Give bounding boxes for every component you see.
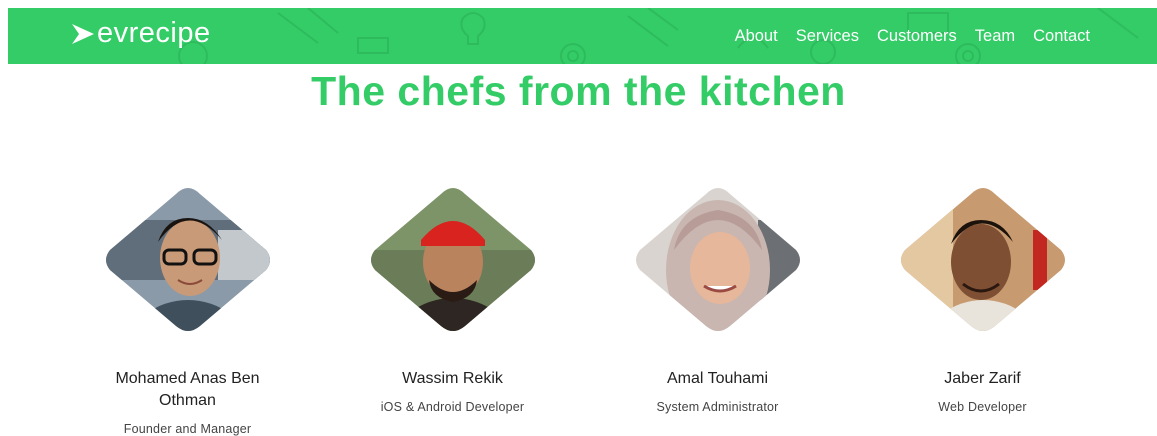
brand-logo[interactable]: evrecipe (70, 17, 211, 50)
main-nav: About Services Customers Team Contact (735, 8, 1090, 64)
member-photo (98, 180, 278, 340)
member-role: iOS & Android Developer (380, 400, 525, 414)
nav-link-services[interactable]: Services (796, 27, 859, 46)
top-navbar: evrecipe About Services Customers Team C… (8, 8, 1157, 64)
member-name: Amal Touhami (666, 370, 769, 387)
team-member-card: Mohamed Anas Ben Othman Founder and Mana… (55, 180, 320, 436)
brand-logo-text: evrecipe (97, 17, 211, 49)
member-name: Mohamed Anas Ben Othman (115, 370, 260, 409)
team-grid: Mohamed Anas Ben Othman Founder and Mana… (55, 180, 1145, 436)
team-member-card: Wassim Rekik iOS & Android Developer (320, 180, 585, 414)
nav-link-about[interactable]: About (735, 27, 778, 46)
nav-link-customers[interactable]: Customers (877, 27, 957, 46)
member-photo (363, 180, 543, 340)
nav-link-team[interactable]: Team (975, 27, 1015, 46)
member-role: System Administrator (656, 400, 779, 414)
team-section-title: The chefs from the kitchen (311, 68, 846, 114)
member-role: Founder and Manager (123, 422, 252, 436)
team-member-card: Jaber Zarif Web Developer (850, 180, 1115, 414)
nav-link-contact[interactable]: Contact (1033, 27, 1090, 46)
member-name: Wassim Rekik (402, 370, 503, 387)
member-name: Jaber Zarif (944, 370, 1021, 387)
member-photo (893, 180, 1073, 340)
play-arrow-logo-icon (72, 23, 94, 44)
member-photo (628, 180, 808, 340)
team-member-card: Amal Touhami System Administrator (585, 180, 850, 414)
member-role: Web Developer (938, 400, 1027, 414)
